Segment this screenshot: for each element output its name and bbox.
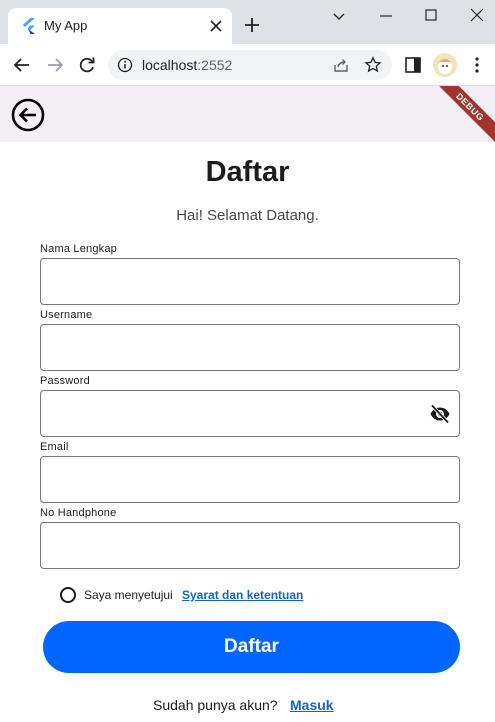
browser-toolbar: localhost:2552 [0, 44, 495, 86]
terms-link[interactable]: Syarat dan ketentuan [182, 588, 303, 602]
agree-radio[interactable] [60, 587, 76, 603]
password-input[interactable] [41, 391, 459, 436]
new-tab-icon[interactable] [243, 16, 261, 34]
chevron-down-icon[interactable] [329, 6, 349, 26]
agree-text: Saya menyetujui [84, 588, 173, 602]
flutter-logo-icon [22, 18, 35, 34]
url-host: localhost [142, 57, 198, 73]
forward-arrow-icon[interactable] [45, 55, 65, 75]
username-field[interactable] [40, 324, 460, 371]
username-input[interactable] [41, 325, 459, 370]
profile-avatar[interactable] [433, 53, 457, 77]
info-icon[interactable] [117, 57, 133, 73]
url-text: localhost:2552 [142, 57, 232, 73]
full-name-label: Nama Lengkap [40, 243, 118, 255]
close-window-icon[interactable] [467, 6, 487, 26]
username-label: Username [40, 309, 93, 321]
bookmark-star-icon[interactable] [364, 56, 382, 74]
app-bar [0, 86, 495, 142]
full-name-input[interactable] [41, 259, 459, 304]
debug-banner-label: DEBUG [435, 86, 495, 146]
back-button-icon[interactable] [11, 98, 45, 132]
minimize-icon[interactable] [376, 6, 396, 26]
phone-input[interactable] [41, 523, 459, 568]
password-label: Password [40, 375, 90, 387]
share-icon[interactable] [332, 56, 350, 74]
visibility-off-icon[interactable] [429, 404, 451, 424]
password-field[interactable] [40, 390, 460, 437]
browser-tabstrip: My App [0, 0, 495, 44]
debug-banner: DEBUG [435, 86, 495, 146]
welcome-subtitle: Hai! Selamat Datang. [176, 207, 319, 224]
full-name-field[interactable] [40, 258, 460, 305]
login-link[interactable]: Masuk [290, 697, 334, 713]
login-prompt-row: Sudah punya akun? Masuk [0, 697, 495, 717]
browser-tab[interactable]: My App [8, 8, 232, 44]
login-prompt: Sudah punya akun? [153, 697, 278, 713]
close-tab-icon[interactable] [207, 17, 225, 35]
tab-title: My App [44, 18, 88, 33]
page-title: Daftar [205, 156, 290, 188]
url-port: :2552 [197, 57, 233, 73]
side-panel-icon[interactable] [404, 56, 422, 74]
more-options-icon[interactable] [473, 56, 481, 74]
phone-label: No Handphone [40, 507, 117, 519]
phone-field[interactable] [40, 522, 460, 569]
email-field[interactable] [40, 456, 460, 503]
address-bar[interactable]: localhost:2552 [108, 50, 392, 80]
email-input[interactable] [41, 457, 459, 502]
back-arrow-icon[interactable] [12, 55, 32, 75]
reload-icon[interactable] [77, 55, 97, 75]
register-button[interactable]: Daftar [43, 621, 460, 673]
avatar-icon [438, 59, 452, 74]
maximize-icon[interactable] [421, 6, 441, 26]
email-label: Email [40, 441, 69, 453]
